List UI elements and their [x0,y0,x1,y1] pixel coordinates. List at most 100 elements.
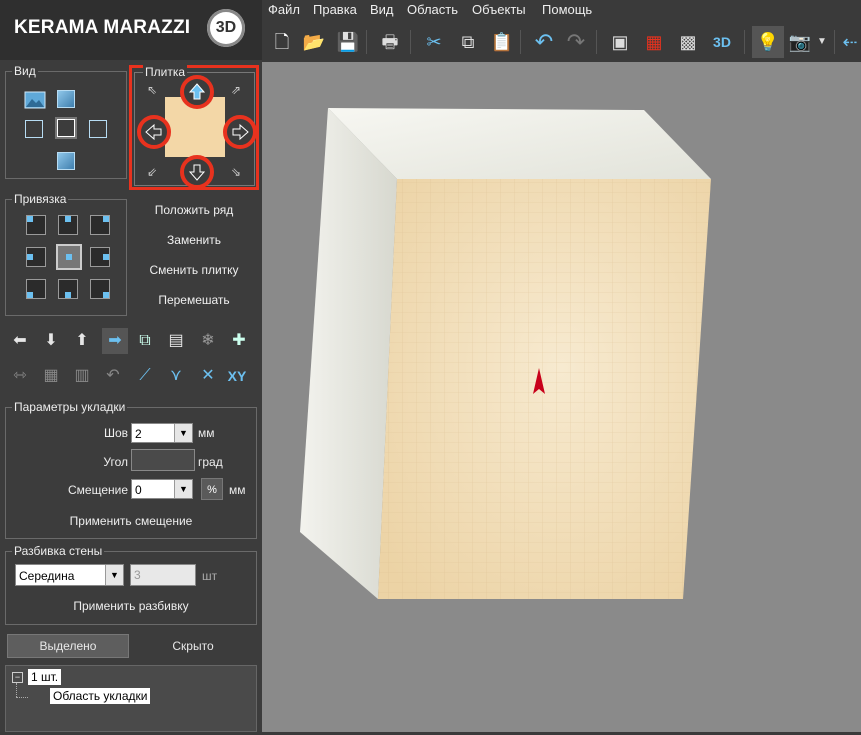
logo-area: KERAMA MARAZZI 3D [0,0,262,60]
tool-arrow-up-icon[interactable]: ⬆ [71,330,93,352]
paste-icon[interactable]: 📋 [490,30,514,54]
chevron-down-icon: ▼ [174,424,192,442]
menu-edit[interactable]: Правка [313,2,357,17]
redo-icon[interactable]: ↷ [564,30,588,54]
move-right-button[interactable] [223,115,257,149]
print-icon[interactable]: 🖶 [378,30,402,54]
tool-grid-wide-icon[interactable]: ▥ [71,365,93,387]
tool-xy-icon[interactable]: XY [226,365,248,387]
menu-file[interactable]: Файл [268,2,300,17]
snap-middle-right-button[interactable] [90,247,110,267]
lay-row-button[interactable]: Положить ряд [132,203,256,217]
object-tree: − 1 шт. Область укладки [5,665,257,732]
view-cube-center-icon[interactable] [57,119,75,137]
snap-bottom-right-button[interactable] [90,279,110,299]
tree-child-item[interactable]: Область укладки [50,688,151,704]
arrow-up-left-icon[interactable]: ⇖ [147,83,157,97]
arrow-left-icon [145,123,162,141]
tree-line [16,683,18,697]
undo-icon[interactable]: ↶ [532,30,556,54]
tool-cross-icon[interactable]: ✕ [197,365,219,387]
replace-button[interactable]: Заменить [132,233,256,247]
calculator-icon[interactable]: ▩ [676,30,700,54]
seam-label: Шов [103,426,128,440]
angle-input[interactable] [131,449,195,471]
tool-arrow-left-icon[interactable]: ⬅ [9,330,31,352]
tool-snowflake-icon[interactable]: ❄ [197,330,219,352]
tool-grid-small-icon[interactable]: ▦ [40,365,62,387]
tool-cross-tile-icon[interactable]: ✚ [228,330,250,352]
tool-undo-icon[interactable]: ↶ [102,365,124,387]
new-file-icon[interactable]: 🗋 [270,30,294,54]
move-up-button[interactable] [180,75,214,109]
snap-top-center-button[interactable] [58,215,78,235]
tool-arrow-right-icon[interactable]: ➡ [102,328,128,354]
save-icon[interactable]: 💾 [336,30,360,54]
separator [366,30,367,54]
seam-unit: мм [198,426,215,440]
menu-area[interactable]: Область [407,2,458,17]
view-cube-right-icon[interactable] [89,120,107,138]
tree-line [16,697,28,699]
snap-group-legend: Привязка [12,192,69,206]
apply-split-button[interactable]: Применить разбивку [6,599,256,613]
camera-dropdown-icon[interactable]: ▼ [815,30,829,54]
tool-swap-icon[interactable]: ⧉ [134,330,156,352]
tool-diagonal-icon[interactable]: ⟋ [134,365,156,387]
apply-offset-button[interactable]: Применить смещение [6,514,256,528]
layout-params-group: Параметры укладки Шов 2 ▼ мм Угол град С… [5,400,257,539]
offset-percent-toggle[interactable]: % [201,478,223,500]
snap-top-right-button[interactable] [90,215,110,235]
arrow-up-icon [188,83,206,100]
menu-help[interactable]: Помощь [542,2,592,17]
separator [596,30,597,54]
light-bulb-icon[interactable]: 💡 [752,26,784,58]
split-mode-select[interactable]: Середина ▼ [15,564,124,586]
arrow-down-right-icon[interactable]: ⇘ [231,165,241,179]
tree-root-item[interactable]: 1 шт. [28,669,62,685]
snap-center-button[interactable] [56,244,82,270]
snap-group: Привязка [5,192,127,316]
wall-icon[interactable]: ▣ [608,30,632,54]
collapse-icon[interactable]: − [12,672,23,683]
copy-icon[interactable]: ⧉ [456,30,480,54]
move-left-button[interactable] [137,115,171,149]
split-count-input[interactable]: 3 [130,564,196,586]
shuffle-button[interactable]: Перемешать [132,293,256,307]
snap-top-left-button[interactable] [26,215,46,235]
snap-bottom-center-button[interactable] [58,279,78,299]
tool-rows-icon[interactable]: ▤ [165,330,187,352]
tile-catalog-icon[interactable]: ▦ [642,30,666,54]
angle-label: Угол [103,455,128,469]
tool-stretch-h-icon[interactable]: ⇿ [9,365,31,387]
tab-selected[interactable]: Выделено [7,634,129,658]
angle-unit: град [198,455,223,469]
menu-view[interactable]: Вид [370,2,394,17]
offset-value: 0 [135,483,142,497]
separator [834,30,835,54]
three-d-view-icon[interactable]: 3D [710,30,734,54]
open-folder-icon[interactable]: 📂 [302,30,326,54]
3d-viewport[interactable] [262,62,861,732]
snap-middle-left-button[interactable] [26,247,46,267]
camera-icon[interactable]: 📷 [788,30,812,54]
split-count-unit: шт [202,569,218,583]
view-cube-left-icon[interactable] [25,120,43,138]
change-tile-button[interactable]: Сменить плитку [132,263,256,277]
offset-select[interactable]: 0 ▼ [131,479,193,499]
tool-arrow-down-icon[interactable]: ⬇ [40,330,62,352]
arrow-down-left-icon[interactable]: ⇙ [147,165,157,179]
move-down-button[interactable] [180,155,214,189]
view-2d-image-button[interactable] [24,89,46,111]
arrow-up-right-icon[interactable]: ⇗ [231,83,241,97]
offset-unit: мм [229,483,246,497]
snap-bottom-left-button[interactable] [26,279,46,299]
tab-hidden[interactable]: Скрыто [132,634,254,658]
tool-fork-icon[interactable]: ⋎ [165,365,187,387]
arrow-left-icon[interactable]: ⇠ [840,30,860,54]
view-cube-top-icon[interactable] [57,90,75,108]
cut-icon[interactable]: ✂ [422,30,446,54]
menu-objects[interactable]: Объекты [472,2,526,17]
view-cube-bottom-icon[interactable] [57,152,75,170]
seam-select[interactable]: 2 ▼ [131,423,193,443]
